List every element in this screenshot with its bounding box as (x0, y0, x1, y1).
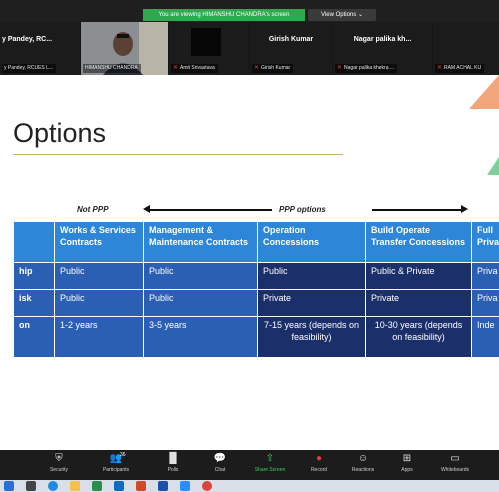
record-button[interactable]: ● Record (296, 450, 342, 480)
participant-tile[interactable]: Nagar palika kh... ✕ Nagar palika khekra … (333, 22, 432, 75)
folder-icon[interactable] (70, 481, 80, 491)
participant-name: y Pandey, RC... (2, 36, 53, 43)
participant-tile[interactable]: y Pandey, RC... y Pandey, RCUES L... (0, 22, 80, 75)
table-cell: 10-30 years (depends on feasibility) (365, 316, 472, 358)
participant-label: y Pandey, RCUES L... (2, 64, 57, 73)
table-header (13, 221, 55, 263)
polls-button[interactable]: ▐▌ Polls (150, 450, 196, 480)
title-underline (13, 154, 343, 155)
table-cell: 1-2 years (54, 316, 144, 358)
table-cell: Public & Private (365, 262, 472, 290)
whiteboards-button[interactable]: ▭ Whiteboards (432, 450, 478, 480)
arrow-right-icon (461, 205, 468, 213)
not-ppp-label: Not PPP (77, 205, 109, 214)
meeting-controls: ⛨ Security 👥 36 Participants ▐▌ Polls 💬 … (0, 450, 499, 480)
table-header: Works & Services Contracts (54, 221, 144, 263)
people-icon: 👥 (109, 453, 123, 464)
smiley-icon: ☺ (357, 453, 369, 464)
arrow-line (372, 209, 462, 211)
table-cell: 7-15 years (depends on feasibility) (257, 316, 366, 358)
taskbar (0, 480, 499, 492)
participant-label: ✕ Amit Srivastava (171, 64, 218, 73)
table-header: Management & Maintenance Contracts (143, 221, 258, 263)
table-cell: Public (143, 262, 258, 290)
word-icon[interactable] (158, 481, 168, 491)
reactions-button[interactable]: ☺ Reactions (340, 450, 386, 480)
mic-muted-icon: ✕ (437, 65, 443, 71)
participant-tile[interactable]: ✕ RAM ACHAL KU (433, 22, 499, 75)
edge-browser-icon[interactable] (48, 481, 58, 491)
apps-button[interactable]: ⊞ Apps (384, 450, 430, 480)
slide-decoration (487, 157, 499, 175)
share-arrow-icon: ⇧ (265, 453, 275, 464)
table-cell: Public (54, 262, 144, 290)
participant-label: ✕ Girish Kumar (252, 64, 294, 73)
mic-muted-icon: ✕ (337, 65, 343, 71)
share-screen-button[interactable]: ⇧ Share Screen (247, 450, 293, 480)
participant-label: ✕ RAM ACHAL KU (435, 64, 485, 73)
apps-grid-icon: ⊞ (402, 453, 412, 464)
shield-icon: ⛨ (55, 453, 63, 464)
participant-tile[interactable]: Girish Kumar ✕ Girish Kumar (250, 22, 332, 75)
table-header-row: Works & Services Contracts Management & … (13, 221, 499, 263)
mic-muted-icon: ✕ (173, 65, 179, 71)
row-label: hip (13, 262, 55, 290)
table-header: Full Priva (471, 221, 499, 263)
bar-chart-icon: ▐▌ (165, 453, 181, 464)
viewing-banner: You are viewing HIMANSHU CHANDRA's scree… (143, 9, 305, 21)
chat-bubble-icon: 💬 (213, 453, 227, 464)
participant-strip: y Pandey, RC... y Pandey, RCUES L... HIM… (0, 22, 499, 75)
table-cell: Public (143, 289, 258, 317)
participant-name: Girish Kumar (268, 36, 314, 43)
table-cell: Priva (471, 262, 499, 290)
table-cell: Priva (471, 289, 499, 317)
row-label: isk (13, 289, 55, 317)
chrome-icon[interactable] (202, 481, 212, 491)
whiteboard-icon: ▭ (450, 453, 460, 464)
participant-avatar (191, 28, 221, 56)
table-header: Build Operate Transfer Concessions (365, 221, 472, 263)
view-options-button[interactable]: View Options ⌄ (308, 9, 376, 21)
participant-tile[interactable]: ✕ Amit Srivastava (169, 22, 249, 75)
mic-muted-icon: ✕ (254, 65, 260, 71)
security-button[interactable]: ⛨ Security (36, 450, 82, 480)
table-cell: Private (257, 289, 366, 317)
outlook-icon[interactable] (114, 481, 124, 491)
table-header: Operation Concessions (257, 221, 366, 263)
chat-button[interactable]: 💬 Chat (197, 450, 243, 480)
participant-label: HIMANSHU CHANDRA (83, 64, 141, 73)
slide-title: Options (13, 118, 107, 148)
table-row: hip Public Public Public Public & Privat… (13, 262, 499, 290)
table-row: isk Public Public Private Private Priva (13, 289, 499, 317)
table-cell: Inde (471, 316, 499, 358)
table-cell: Public (54, 289, 144, 317)
table-row: on 1-2 years 3-5 years 7-15 years (depen… (13, 316, 499, 358)
powerpoint-icon[interactable] (136, 481, 146, 491)
table-cell: 3-5 years (143, 316, 258, 358)
table-cell: Private (365, 289, 472, 317)
shared-slide: Options Not PPP PPP options Works & Serv… (0, 75, 499, 450)
options-table: Works & Services Contracts Management & … (13, 221, 499, 358)
ppp-options-label: PPP options (279, 205, 326, 214)
participant-tile-video[interactable]: HIMANSHU CHANDRA (81, 22, 168, 75)
slide-decoration (469, 75, 499, 109)
row-label: on (13, 316, 55, 358)
arrow-line (149, 209, 272, 211)
record-icon: ● (315, 453, 323, 464)
excel-icon[interactable] (92, 481, 102, 491)
participant-label: ✕ Nagar palika khekra ... (335, 64, 398, 73)
windows-start-icon[interactable] (4, 481, 14, 491)
participant-name: Nagar palika kh... (353, 36, 412, 43)
zoom-icon[interactable] (180, 481, 190, 491)
participants-button[interactable]: 👥 36 Participants (93, 450, 139, 480)
search-icon[interactable] (26, 481, 36, 491)
participants-count: 36 (120, 452, 126, 458)
table-cell: Public (257, 262, 366, 290)
